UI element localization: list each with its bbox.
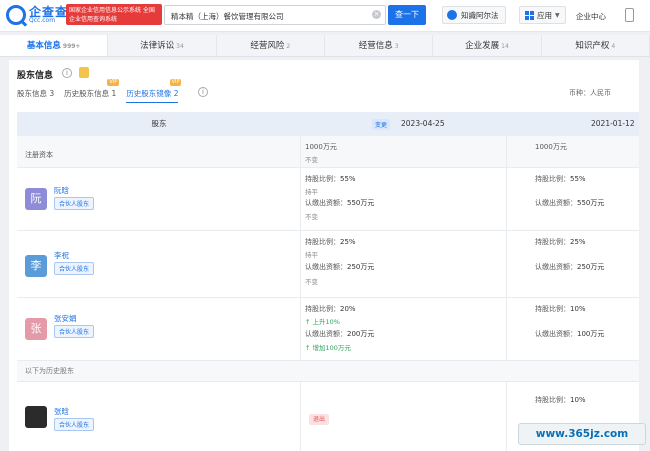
shareholder-name[interactable]: 李祝 [54,250,69,261]
role-badge: 合伙人股东 [54,262,95,275]
capital-note: 不变 [305,156,318,164]
apps-label: 应用 [537,10,552,20]
history-divider: 以下为历史股东 [17,361,639,382]
column-header-shareholder: 股东 [151,119,167,128]
avatar-photo [25,406,47,428]
phone-icon[interactable] [625,8,634,22]
grid-icon [525,10,534,20]
table-row: 李 李祝 合伙人股东 持股比例：25% 持平 认缴出资额：250万元 不变 持股… [17,231,639,298]
apps-menu[interactable]: 应用 ▼ [519,6,566,24]
avatar: 李 [25,255,47,277]
tab-ip[interactable]: 知识产权 4 [542,35,650,56]
promo-banner[interactable]: 国家企业信用信息公示系统 全国企业信用查询系统 [66,4,162,25]
search-input[interactable]: 精本精（上海）餐饮管理有限公司 [164,5,386,25]
knowledge-label: 知識阿尔法 [461,10,499,20]
avatar: 阮 [25,188,47,210]
logo-search-icon [6,5,26,25]
table-row: 阮 阮晗 合伙人股东 持股比例：55% 持平 认缴出资额：550万元 不变 持股… [17,168,639,231]
tab-business-info[interactable]: 经营信息 3 [325,35,434,56]
subtab-history-mirror[interactable]: 历史股东镜像 2 VIP [126,79,182,103]
role-badge: 合伙人股东 [54,418,95,431]
capital-label: 注册资本 [25,151,53,159]
avatar: 张 [25,318,47,340]
subscription-value: 250万元 [347,263,375,271]
info-icon[interactable]: i [198,87,208,97]
section-title: 股东信息 [17,71,54,81]
tab-development[interactable]: 企业发展 14 [433,35,542,56]
subtab-shareholders[interactable]: 股东信息 3 [17,88,54,103]
sub-tabs: 股东信息 3 历史股东信息 1 VIP 历史股东镜像 2 VIP [17,79,188,103]
history-label: 以下为历史股东 [25,367,74,375]
knowledge-icon [447,10,457,20]
clear-icon[interactable]: × [372,10,381,19]
currency-select[interactable]: 币种：人民币 [569,88,611,98]
shareholder-panel: 股东信息 i 股东信息 3 历史股东信息 1 VIP 历史股东镜像 2 VIP i … [9,60,639,451]
table-row: 注册资本 1000万元 不变 1000万元 [17,136,639,168]
main-tabs: 基本信息 999+ 法律诉讼 34 经营风险 2 经营信息 3 企业发展 14 知识产权 4 [0,35,650,57]
shareholder-name[interactable]: 张安娟 [54,313,77,324]
search-button[interactable]: 查一下 [388,5,426,25]
tab-basic-info[interactable]: 基本信息 999+ [0,35,109,56]
capital-value-old: 1000万元 [535,143,567,151]
capital-value: 1000万元 [305,143,337,151]
vip-badge: VIP [169,79,182,86]
column-header-date-1: 2023-04-25 [401,119,445,128]
knowledge-button[interactable]: 知識阿尔法 [442,6,506,24]
ratio-value: 25% [340,238,356,246]
watermark: www.365jz.com [518,423,646,445]
info-icon[interactable]: i [62,68,72,78]
subscription-value: 550万元 [347,199,375,207]
logo[interactable]: 企查查 Qcc.com [6,5,68,25]
exit-badge: 退出 [309,414,329,425]
column-header-date-2: 2021-01-12 [591,119,635,128]
vip-lock-icon [79,67,89,78]
table-row: 张 张安娟 合伙人股东 持股比例：20% ↑ 上升10% 认缴出资额：200万元… [17,298,639,361]
vip-badge: VIP [107,79,120,86]
shareholder-name[interactable]: 阮晗 [54,185,69,196]
enterprise-center-link[interactable]: 企业中心 [576,11,606,22]
role-badge: 合伙人股东 [54,325,95,338]
tab-litigation[interactable]: 法律诉讼 34 [108,35,217,56]
top-bar: 企查查 Qcc.com 国家企业信用信息公示系统 全国企业信用查询系统 精本精（… [0,0,650,32]
subtab-history-shareholders[interactable]: 历史股东信息 1 VIP [64,79,120,103]
subscription-value: 200万元 [347,330,375,338]
ratio-value: 20% [340,305,356,313]
ratio-value: 55% [340,175,356,183]
table-header: 股东 变更 2023-04-25 2021-01-12 [17,112,639,136]
tab-business-risk[interactable]: 经营风险 2 [217,35,325,56]
shareholder-name[interactable]: 张晗 [54,406,69,417]
chevron-down-icon: ▼ [555,11,560,19]
role-badge: 合伙人股东 [54,197,95,210]
change-badge: 变更 [372,119,391,130]
